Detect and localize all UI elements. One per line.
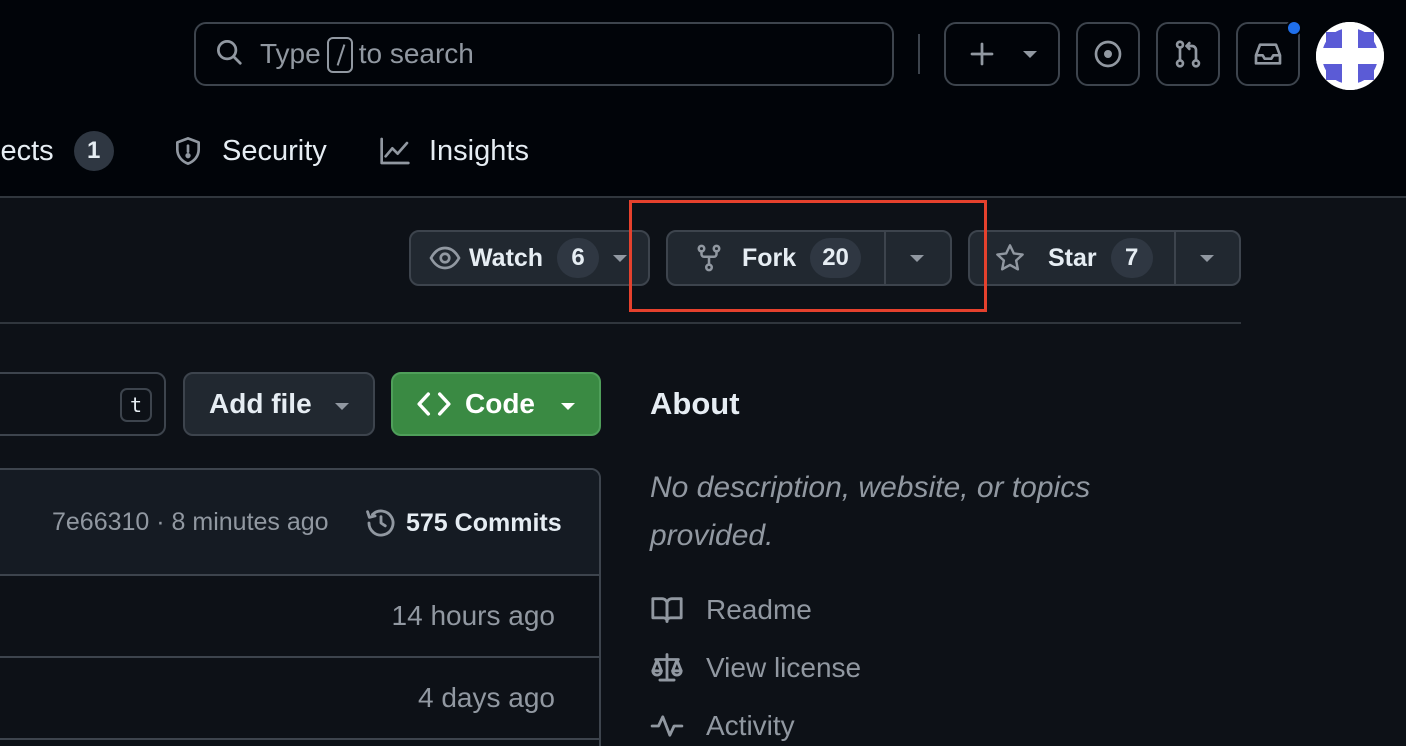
add-file-label: Add file (209, 388, 312, 419)
fork-button-group: Fork 20 (666, 230, 952, 286)
code-button[interactable]: Code (391, 372, 601, 436)
fork-button[interactable]: Fork 20 (668, 232, 884, 284)
star-button-group: Star 7 (968, 230, 1241, 286)
tab-insights[interactable]: Insights (379, 128, 529, 174)
projects-counter: 1 (73, 131, 114, 171)
watch-button-group: Watch 6 (409, 230, 650, 286)
table-row[interactable]: 14 hours ago (0, 576, 599, 658)
github-repo-page: Type to search ects 1 Security Insights … (0, 0, 1406, 746)
graph-icon (379, 135, 429, 167)
star-button[interactable]: Star 7 (970, 232, 1174, 284)
eye-icon (429, 242, 461, 274)
activity-link[interactable]: Activity (650, 706, 795, 746)
issue-opened-icon (1092, 38, 1124, 70)
tab-projects-label: jects (0, 134, 54, 167)
pull-requests-button[interactable] (1156, 22, 1220, 86)
tab-security[interactable]: Security (172, 128, 327, 174)
chevron-down-icon (613, 254, 628, 262)
search-placeholder-prefix: Type (260, 38, 321, 69)
section-divider (0, 322, 1241, 324)
law-icon (650, 651, 706, 685)
plus-icon (967, 39, 997, 69)
fork-count: 20 (810, 238, 861, 278)
watch-count: 6 (557, 238, 600, 278)
about-description: No description, website, or topics provi… (650, 471, 1091, 552)
header-divider (918, 34, 920, 74)
git-pull-request-icon (1172, 38, 1204, 70)
watch-label: Watch (469, 243, 544, 272)
table-row[interactable]: 4 days ago (0, 658, 599, 740)
commits-history-link[interactable]: 575 Commits (364, 506, 562, 540)
go-to-file-shortcut: t (120, 388, 152, 422)
shield-icon (172, 135, 222, 167)
latest-commit-bar: 7e66310 · 8 minutes ago 575 Commits (0, 470, 599, 576)
tab-projects[interactable]: jects 1 (0, 128, 114, 174)
star-count: 7 (1110, 238, 1153, 278)
repo-forked-icon (694, 243, 724, 273)
chevron-down-icon (561, 403, 575, 410)
global-header: Type to search ects 1 Security Insights (0, 0, 1406, 198)
tab-security-label: Security (222, 134, 327, 167)
activity-label: Activity (706, 710, 795, 741)
watch-dropdown-button[interactable] (599, 232, 628, 284)
watch-button[interactable]: Watch 6 (411, 232, 600, 284)
fork-label: Fork (742, 243, 797, 272)
chevron-down-icon (1199, 254, 1214, 262)
notification-indicator (1286, 20, 1302, 36)
latest-commit-meta[interactable]: 7e66310 · 8 minutes ago (52, 508, 329, 537)
about-heading: About (650, 386, 740, 421)
chevron-down-icon (1023, 50, 1037, 58)
readme-label: Readme (706, 594, 812, 625)
file-updated-time: 14 hours ago (391, 600, 555, 631)
issues-button[interactable] (1076, 22, 1140, 86)
fork-dropdown-button[interactable] (886, 232, 950, 284)
slash-key-hint (326, 37, 353, 73)
star-label: Star (1048, 243, 1097, 272)
history-icon (364, 506, 406, 540)
license-link[interactable]: View license (650, 648, 861, 688)
file-updated-time: 4 days ago (418, 682, 555, 713)
avatar[interactable] (1316, 22, 1384, 90)
license-label: View license (706, 652, 862, 683)
pulse-icon (650, 709, 706, 743)
star-icon (994, 242, 1026, 274)
search-placeholder: Type to search (260, 36, 474, 73)
star-dropdown-button[interactable] (1176, 232, 1239, 284)
tab-insights-label: Insights (429, 134, 529, 167)
add-file-button[interactable]: Add file (183, 372, 375, 436)
search-input[interactable]: Type to search (194, 22, 894, 86)
commits-count-label: 575 Commits (406, 508, 562, 537)
search-icon (214, 37, 244, 72)
file-list: 7e66310 · 8 minutes ago 575 Commits 14 h… (0, 468, 601, 746)
chevron-down-icon (910, 254, 925, 262)
chevron-down-icon (335, 403, 349, 410)
code-icon (393, 387, 465, 421)
create-new-button[interactable] (944, 22, 1060, 86)
book-icon (650, 593, 706, 627)
search-placeholder-suffix: to search (358, 38, 474, 69)
readme-link[interactable]: Readme (650, 590, 812, 630)
inbox-icon (1252, 38, 1284, 70)
code-label: Code (465, 388, 535, 419)
